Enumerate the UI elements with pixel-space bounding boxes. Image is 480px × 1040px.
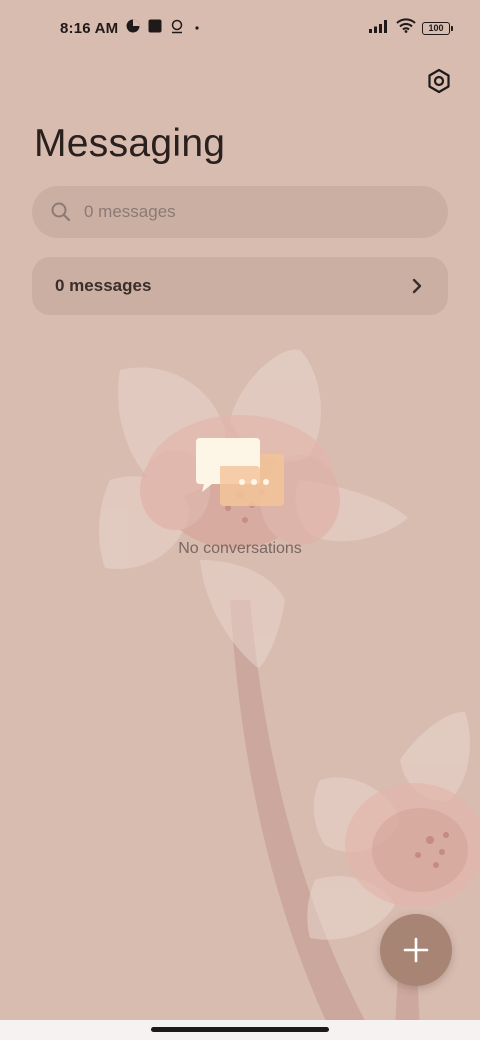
settings-button[interactable] [424,66,454,96]
chat-bubbles-icon [196,438,284,506]
page-title: Messaging [34,122,226,165]
battery-level: 100 [428,23,444,33]
empty-state: No conversations [0,430,480,558]
more-dot-icon [192,20,202,37]
wifi-icon [396,18,416,38]
battery-icon: 100 [422,21,453,35]
messages-category-row[interactable]: 0 messages [32,257,448,315]
status-bar: 8:16 AM 100 [0,0,480,56]
search-icon [51,202,71,222]
navigation-bar [0,1020,480,1040]
new-conversation-button[interactable] [380,914,452,986]
signal-icon [368,19,390,38]
home-gesture-handle[interactable] [151,1026,329,1032]
search-placeholder: 0 messages [84,202,176,221]
chevron-right-icon [412,278,422,294]
empty-state-text: No conversations [178,540,302,557]
status-bar-left: 8:16 AM [60,19,202,38]
plus-icon [403,937,429,963]
settings-gear-icon [428,68,450,94]
location-pin-icon [170,19,184,38]
status-bar-right: 100 [368,18,453,38]
status-time: 8:16 AM [60,19,119,37]
search-bar[interactable]: 0 messages [32,186,448,238]
square-notification-icon [148,19,162,37]
messages-row-label: 0 messages [55,276,152,295]
app-notification-icon [126,19,140,37]
